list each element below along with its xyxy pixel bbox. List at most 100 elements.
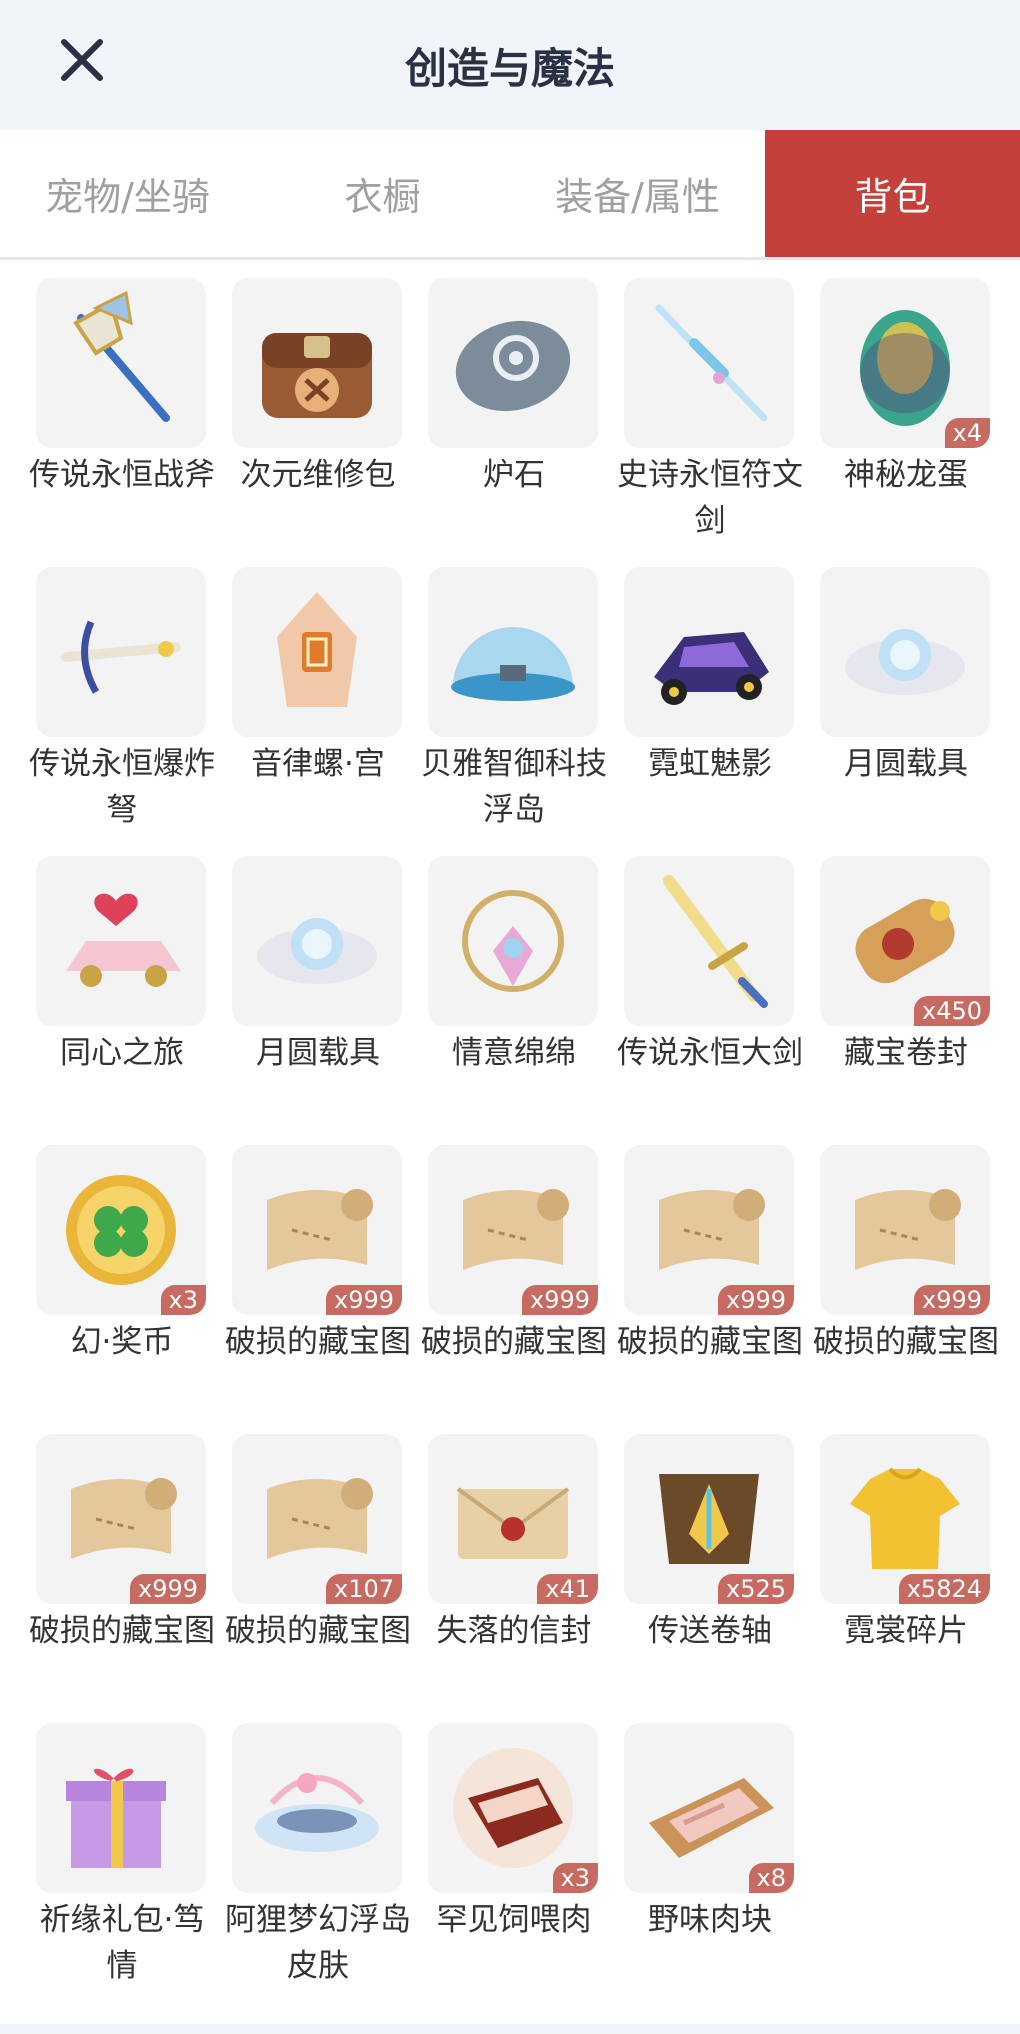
- inventory-item[interactable]: 传说永恒爆炸弩: [27, 549, 215, 829]
- item-name: 阿狸梦幻浮岛皮肤: [225, 1902, 411, 1984]
- item-name: 破损的藏宝图: [29, 1613, 215, 1649]
- item-thumbnail: x999: [36, 1434, 206, 1604]
- item-count-badge: x4: [944, 418, 990, 448]
- item-name: 霓裳碎片: [844, 1613, 968, 1649]
- item-name: 失落的信封: [436, 1613, 592, 1649]
- item-name: 次元维修包: [240, 457, 396, 493]
- tab-wardrobe[interactable]: 衣橱: [255, 130, 510, 257]
- inventory-item[interactable]: 同心之旅: [27, 838, 207, 1118]
- item-name: 野味肉块: [648, 1902, 772, 1938]
- gift-box-icon: [66, 1768, 166, 1868]
- item-count-badge: x525: [717, 1574, 794, 1604]
- inventory-item[interactable]: x8 野味肉块: [615, 1705, 795, 1985]
- inventory-item[interactable]: 情意绵绵: [419, 838, 599, 1118]
- inventory-item[interactable]: 传说永恒战斧: [27, 260, 215, 540]
- item-name: 传说永恒战斧: [29, 457, 215, 493]
- inventory-item[interactable]: 史诗永恒符文剑: [615, 260, 803, 540]
- inventory-item[interactable]: x999 破损的藏宝图: [615, 1127, 803, 1407]
- tab-bar: 宠物/坐骑 衣橱 装备/属性 背包: [0, 130, 1020, 260]
- inventory-item[interactable]: x5824 霓裳碎片: [811, 1416, 991, 1696]
- inventory-item[interactable]: x4 神秘龙蛋: [811, 260, 991, 540]
- inventory-item[interactable]: x999 破损的藏宝图: [27, 1416, 215, 1696]
- item-thumbnail: x8: [624, 1723, 794, 1893]
- item-count-badge: x450: [913, 996, 990, 1026]
- item-name: 月圆载具: [844, 746, 968, 782]
- item-thumbnail: [428, 856, 598, 1026]
- cloud-island-icon: [255, 1773, 379, 1852]
- item-count-badge: x5824: [898, 1574, 990, 1604]
- item-name: 炉石: [483, 457, 545, 493]
- inventory-item[interactable]: 祈缘礼包·笃情: [27, 1705, 207, 1985]
- axe-icon: [73, 290, 170, 422]
- item-thumbnail: [428, 278, 598, 448]
- item-count-badge: x3: [552, 1863, 598, 1893]
- moon-cloud-icon: [845, 629, 965, 695]
- item-count-badge: x3: [160, 1285, 206, 1315]
- item-name: 祈缘礼包·笃情: [39, 1902, 205, 1984]
- inventory-item[interactable]: x999 破损的藏宝图: [811, 1127, 999, 1407]
- inventory-item[interactable]: 阿狸梦幻浮岛皮肤: [223, 1705, 411, 1985]
- inventory-item[interactable]: x450 藏宝卷封: [811, 838, 991, 1118]
- item-count-badge: x999: [521, 1285, 598, 1315]
- item-thumbnail: x525: [624, 1434, 794, 1604]
- item-name: 罕见饲喂肉: [436, 1902, 592, 1938]
- item-thumbnail: x999: [624, 1145, 794, 1315]
- item-thumbnail: [232, 278, 402, 448]
- inventory-item[interactable]: 霓虹魅影: [615, 549, 795, 829]
- item-name: 破损的藏宝图: [225, 1324, 411, 1360]
- inventory-item[interactable]: 次元维修包: [223, 260, 403, 540]
- inventory-item[interactable]: 炉石: [419, 260, 599, 540]
- hearthstone-icon: [455, 320, 571, 412]
- item-thumbnail: [36, 1723, 206, 1893]
- item-thumbnail: [232, 567, 402, 737]
- close-icon: [61, 39, 103, 81]
- inventory-item[interactable]: x525 传送卷轴: [615, 1416, 795, 1696]
- inventory-item[interactable]: 传说永恒大剑: [615, 838, 803, 1118]
- item-thumbnail: [36, 567, 206, 737]
- item-count-badge: x999: [325, 1285, 402, 1315]
- close-button[interactable]: [52, 30, 112, 90]
- item-name: 破损的藏宝图: [421, 1324, 607, 1360]
- item-name: 破损的藏宝图: [813, 1324, 999, 1360]
- item-thumbnail: x107: [232, 1434, 402, 1604]
- item-name: 霓虹魅影: [648, 746, 772, 782]
- item-name: 破损的藏宝图: [617, 1324, 803, 1360]
- inventory-item[interactable]: x107 破损的藏宝图: [223, 1416, 411, 1696]
- great-sword-icon: [663, 875, 768, 1008]
- item-thumbnail: [820, 567, 990, 737]
- inventory-item[interactable]: 月圆载具: [223, 838, 403, 1118]
- item-name: 神秘龙蛋: [844, 457, 968, 493]
- item-count-badge: x999: [913, 1285, 990, 1315]
- inventory-grid: 传说永恒战斧 次元维修包 炉石 史诗永恒符文剑 x4 神秘龙蛋 传说永恒爆炸弩 音…: [0, 260, 1020, 2034]
- item-count-badge: x8: [748, 1863, 794, 1893]
- inventory-item[interactable]: x3 罕见饲喂肉: [419, 1705, 599, 1985]
- moon-cloud-icon: [257, 918, 377, 984]
- inventory-item[interactable]: x999 破损的藏宝图: [419, 1127, 607, 1407]
- bottom-edge: [0, 2024, 1020, 2034]
- inventory-item[interactable]: 音律螺·宫: [223, 549, 403, 829]
- neon-car-icon: [654, 632, 769, 705]
- inventory-item[interactable]: 贝雅智御科技浮岛: [419, 549, 607, 829]
- crossbow-icon: [61, 620, 181, 694]
- item-thumbnail: x3: [428, 1723, 598, 1893]
- tab-pets-mounts[interactable]: 宠物/坐骑: [0, 130, 255, 257]
- item-thumbnail: [36, 278, 206, 448]
- item-thumbnail: x4: [820, 278, 990, 448]
- tab-backpack[interactable]: 背包: [765, 130, 1020, 257]
- rune-sword-icon: [655, 304, 768, 422]
- item-thumbnail: [624, 567, 794, 737]
- item-thumbnail: x999: [820, 1145, 990, 1315]
- item-thumbnail: x5824: [820, 1434, 990, 1604]
- inventory-item[interactable]: 月圆载具: [811, 549, 991, 829]
- item-thumbnail: [624, 278, 794, 448]
- tab-equipment-attributes[interactable]: 装备/属性: [510, 130, 765, 257]
- item-name: 藏宝卷封: [844, 1035, 968, 1071]
- item-name: 贝雅智御科技浮岛: [421, 746, 607, 828]
- inventory-item[interactable]: x41 失落的信封: [419, 1416, 599, 1696]
- item-thumbnail: [624, 856, 794, 1026]
- item-thumbnail: x3: [36, 1145, 206, 1315]
- inventory-item[interactable]: x999 破损的藏宝图: [223, 1127, 411, 1407]
- conch-icon: [277, 592, 357, 707]
- dome-island-icon: [451, 627, 575, 701]
- inventory-item[interactable]: x3 幻·奖币: [27, 1127, 207, 1407]
